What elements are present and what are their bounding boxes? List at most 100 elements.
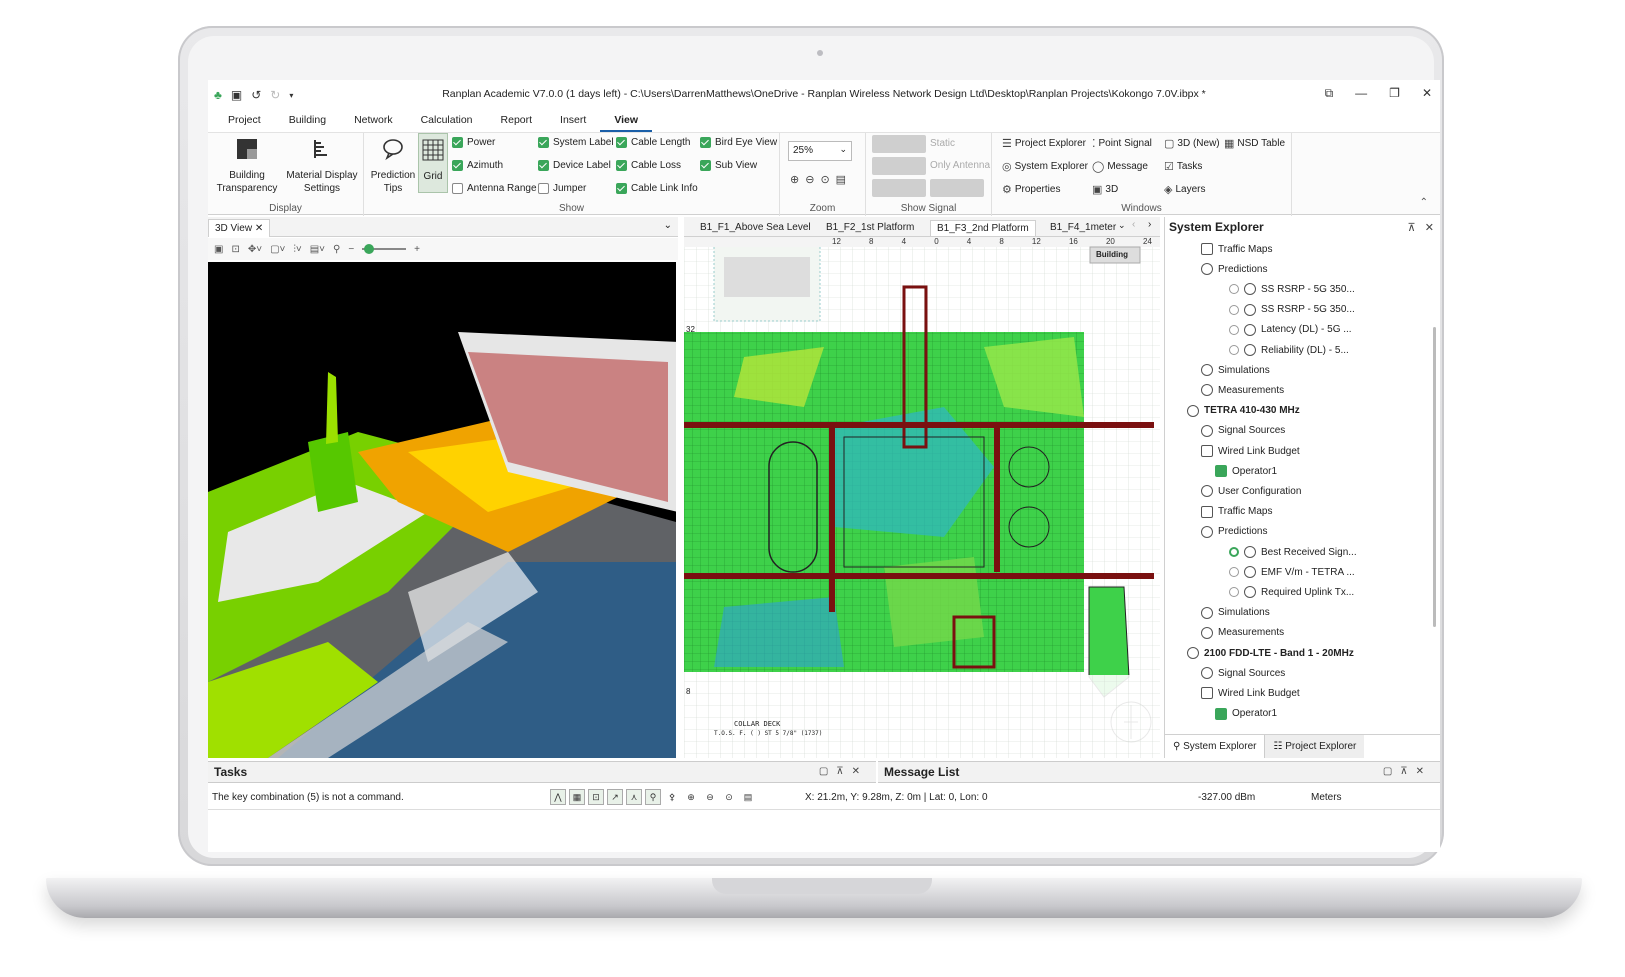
snap-vertex-icon[interactable]: ⋏ [626, 789, 642, 805]
cable-loss-checkbox[interactable]: Cable Loss [616, 160, 681, 171]
floor-plan-view[interactable]: 12 8 4 0 4 8 12 16 20 24 Building 32 8 COLLAR DEC… [684, 237, 1160, 758]
tree-node[interactable]: 2100 FDD-LTE - Band 1 - 20MHz [1187, 643, 1354, 663]
zoom-select[interactable]: 25% ⌄ [788, 141, 852, 161]
scroll-left-icon[interactable]: ‹ [1132, 219, 1135, 230]
zoom-in-icon[interactable]: ⊕ [790, 173, 799, 186]
device-label-checkbox[interactable]: Device Label [538, 160, 611, 171]
radio-icon[interactable] [1229, 284, 1239, 295]
tab-3d-view[interactable]: 3D View ✕ [208, 219, 271, 237]
snap-grid-icon[interactable]: ▦ [569, 789, 585, 805]
nsd-table-button[interactable]: ▦ NSD Table [1224, 137, 1285, 150]
tasks-button[interactable]: ☑ Tasks [1164, 160, 1202, 173]
tree-node[interactable]: Signal Sources [1201, 663, 1285, 683]
snap-line-icon[interactable]: ↗ [607, 789, 623, 805]
tree-node[interactable]: Best Received Sign... [1229, 542, 1357, 562]
zoom-minus-icon[interactable]: − [348, 244, 354, 255]
point-signal-button[interactable]: ⁚ Point Signal [1092, 137, 1152, 150]
tree-node[interactable]: Predictions [1201, 522, 1267, 542]
page-icon[interactable]: ▤ [740, 789, 756, 805]
3d-new-button[interactable]: ▢ 3D (New) [1164, 137, 1220, 150]
azimuth-checkbox[interactable]: Azimuth [452, 160, 503, 171]
menu-project[interactable]: Project [214, 110, 275, 132]
tree-node[interactable]: Operator1 [1215, 704, 1277, 724]
antenna-tool-icon[interactable]: ⚲ [333, 244, 340, 255]
radio-icon[interactable] [1229, 304, 1239, 315]
radio-icon[interactable] [1229, 345, 1239, 355]
radio-icon[interactable] [1229, 587, 1239, 598]
minimize-icon[interactable]: — [1355, 86, 1367, 101]
properties-button[interactable]: ⚙ Properties [1002, 183, 1060, 196]
tree-node[interactable]: SS RSRP - 5G 350... [1229, 279, 1355, 299]
message-button[interactable]: ◯ Message [1092, 160, 1148, 173]
radio-icon[interactable] [1229, 324, 1239, 335]
message-controls[interactable]: ▢⊼✕ [1383, 766, 1432, 777]
tree-node[interactable]: Operator1 [1215, 461, 1277, 481]
prediction-tips-button[interactable]: Prediction Tips [370, 137, 416, 195]
tab-floor-4[interactable]: B1_F4_1meter [1044, 220, 1122, 235]
tree-node[interactable]: Traffic Maps [1201, 239, 1272, 259]
close-icon[interactable]: ✕ [1422, 86, 1432, 101]
collapse-ribbon-icon[interactable]: ⌃ [1420, 197, 1428, 208]
chevron-down-icon[interactable]: ⌄ [1118, 220, 1126, 231]
restore-icon[interactable]: ⧉ [1325, 86, 1334, 101]
menu-report[interactable]: Report [487, 110, 547, 132]
project-explorer-button[interactable]: ☰ Project Explorer [1002, 137, 1086, 150]
tree-node[interactable]: Measurements [1201, 623, 1284, 643]
menu-insert[interactable]: Insert [546, 110, 600, 132]
cable-link-info-checkbox[interactable]: Cable Link Info [616, 183, 698, 194]
radio-icon[interactable] [1229, 567, 1239, 578]
layer-select-icon[interactable]: ▤˅ [310, 244, 325, 255]
menu-building[interactable]: Building [275, 110, 340, 132]
zoom-in-icon[interactable]: ⊕ [683, 789, 699, 805]
chevron-down-icon[interactable]: ⌄ [664, 220, 672, 231]
view-side-icon[interactable]: ⊡ [231, 244, 239, 255]
zoom-plus-icon[interactable]: + [414, 244, 420, 255]
tree-node[interactable]: Traffic Maps [1201, 502, 1272, 522]
tree-scrollbar[interactable] [1433, 327, 1436, 627]
power-checkbox[interactable]: Power [452, 137, 495, 148]
snap-angle-icon[interactable]: ⋀ [550, 789, 566, 805]
tree-node[interactable]: Wired Link Budget [1201, 683, 1300, 703]
system-explorer-button[interactable]: ◎ System Explorer [1002, 160, 1088, 173]
tree-node[interactable]: Simulations [1201, 603, 1270, 623]
tree-node[interactable]: Latency (DL) - 5G ... [1229, 320, 1352, 340]
tree-node[interactable]: Simulations [1201, 360, 1270, 380]
zoom-fit-icon[interactable]: ⊙ [721, 789, 737, 805]
tree-node[interactable]: Signal Sources [1201, 421, 1285, 441]
pan-icon[interactable]: ✥˅ [248, 244, 262, 255]
snap-antenna-icon[interactable]: ⚲ [645, 789, 661, 805]
3d-button[interactable]: ▣ 3D [1092, 183, 1118, 196]
building-transparency-button[interactable]: Building Transparency [214, 137, 280, 195]
zoom-out-icon[interactable]: ⊖ [702, 789, 718, 805]
tasks-controls[interactable]: ▢⊼✕ [819, 766, 868, 777]
menu-network[interactable]: Network [340, 110, 407, 132]
antenna-range-checkbox[interactable]: Antenna Range [452, 183, 537, 194]
sub-view-checkbox[interactable]: Sub View [700, 160, 757, 171]
3d-viewport[interactable] [208, 262, 676, 758]
zoom-fit-icon[interactable]: ⊙ [820, 173, 829, 186]
close-icon[interactable]: ✕ [255, 223, 263, 234]
jumper-checkbox[interactable]: Jumper [538, 183, 586, 194]
antenna-icon[interactable]: ⚴ [664, 789, 680, 805]
tree-node[interactable]: User Configuration [1201, 481, 1301, 501]
align-icon[interactable]: ⫶˅ [293, 244, 301, 255]
tab-floor-2[interactable]: B1_F2_1st Platform [820, 220, 920, 235]
close-icon[interactable]: ✕ [1425, 222, 1434, 234]
tab-system-explorer[interactable]: ⚲ System Explorer [1165, 735, 1266, 758]
tree-node[interactable]: Required Uplink Tx... [1229, 582, 1354, 602]
cable-length-checkbox[interactable]: Cable Length [616, 137, 691, 148]
zoom-page-icon[interactable]: ▤ [836, 173, 846, 186]
tab-floor-3[interactable]: B1_F3_2nd Platform [930, 220, 1036, 236]
menu-calculation[interactable]: Calculation [407, 110, 487, 132]
zoom-slider[interactable] [362, 244, 407, 254]
tree-node[interactable]: SS RSRP - 5G 350... [1229, 300, 1355, 320]
menu-view[interactable]: View [600, 110, 653, 132]
tree-node[interactable]: Predictions [1201, 259, 1267, 279]
zoom-out-icon[interactable]: ⊖ [805, 173, 814, 186]
pin-icon[interactable]: ⊼ [1408, 222, 1416, 234]
tree-node[interactable]: EMF V/m - TETRA ... [1229, 562, 1355, 582]
grid-button[interactable]: Grid [418, 133, 448, 193]
tree-node[interactable]: Reliability (DL) - 5... [1229, 340, 1349, 360]
tree-node[interactable]: TETRA 410-430 MHz [1187, 401, 1300, 421]
view-front-icon[interactable]: ▣ [214, 244, 223, 255]
